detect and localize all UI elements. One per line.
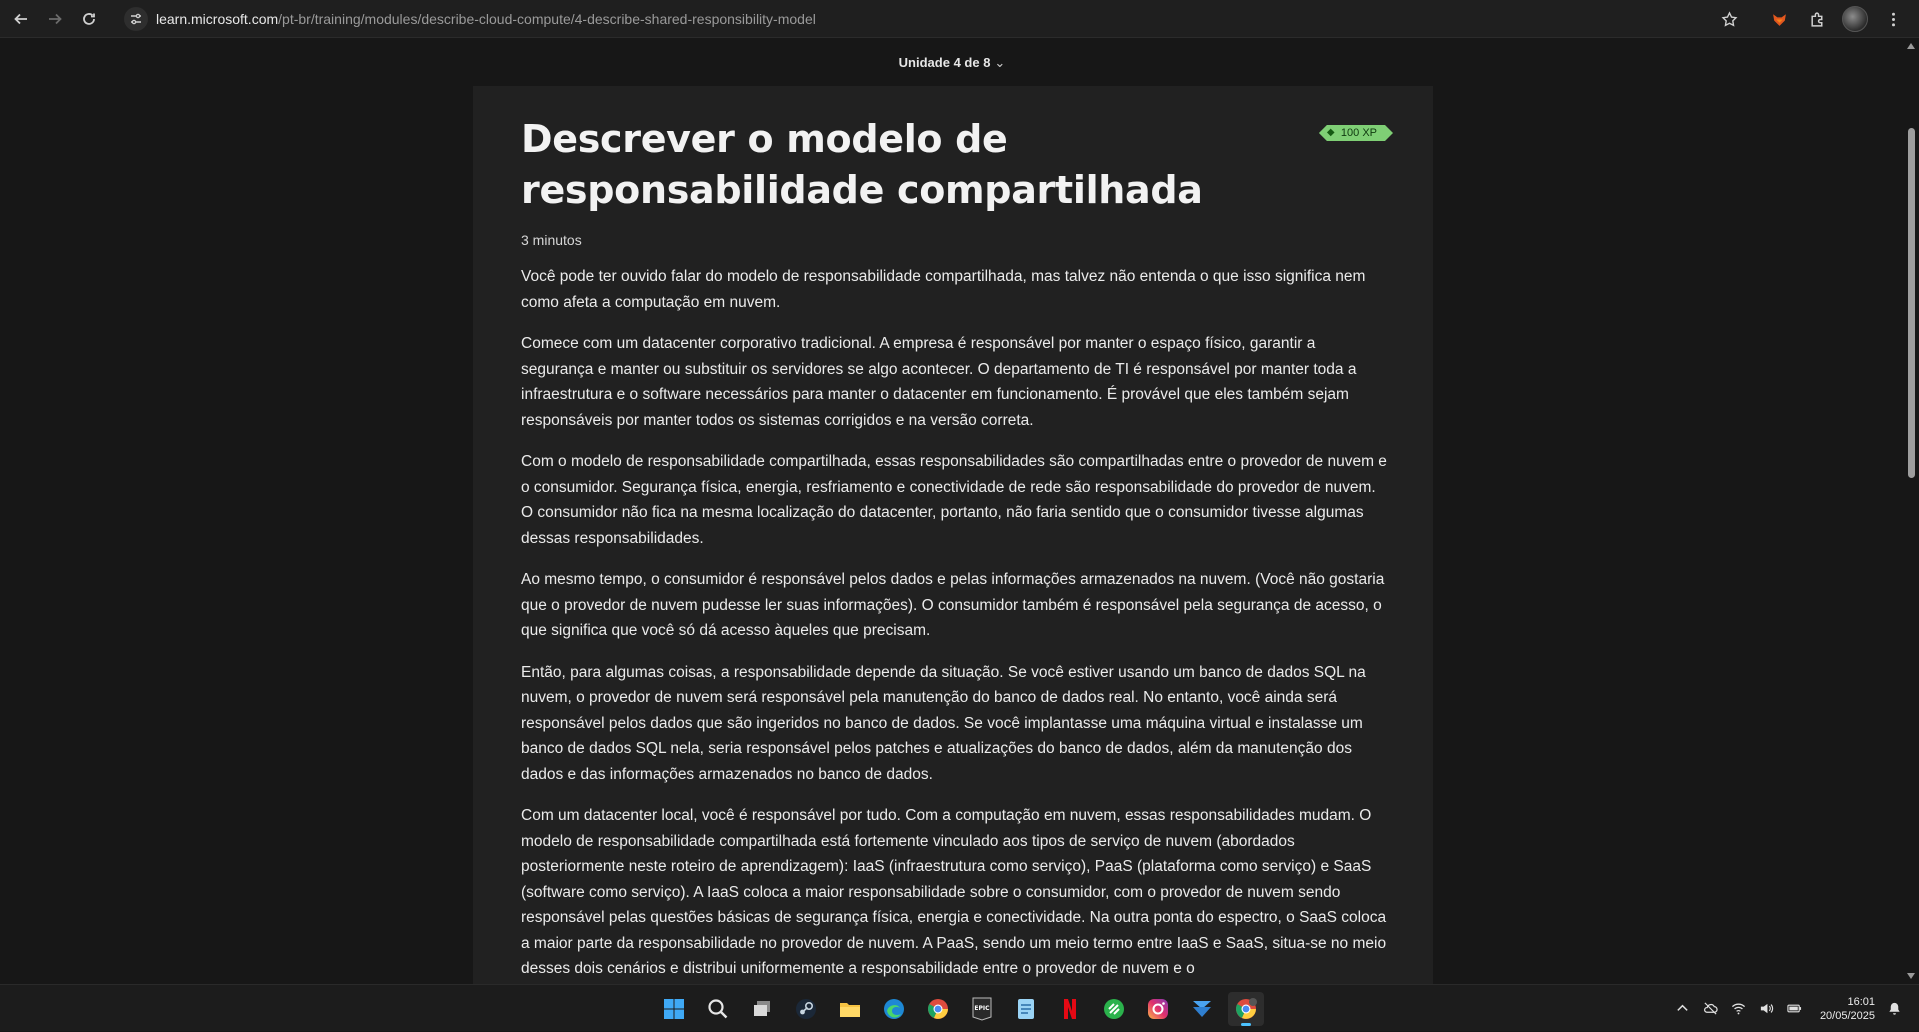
paragraph-5: Então, para algumas coisas, a responsabi… [521,663,1366,783]
arrow-right-icon [49,13,62,24]
reading-duration: 3 minutos [521,232,582,248]
taskbar-apps: EPIC [656,992,1264,1026]
chrome-active-icon[interactable] [1228,992,1264,1026]
battery-icon[interactable] [1786,1000,1804,1018]
notification-bell-icon[interactable] [1885,1000,1903,1018]
menu-kebab-icon[interactable] [1877,4,1909,34]
netflix-icon[interactable] [1052,992,1088,1026]
reload-button[interactable] [72,4,106,34]
page-title: Descrever o modelo de responsabilidade c… [521,117,1203,212]
reload-icon [83,12,95,25]
feedly-icon[interactable] [1096,992,1132,1026]
task-view-icon[interactable] [744,992,780,1026]
unit-navigation-dropdown[interactable]: Unidade 4 de 8 ⌄ [0,55,1904,71]
unit-nav-label: Unidade 4 de 8 [898,55,991,70]
article-body: Você pode ter ouvido falar do modelo de … [521,264,1391,998]
back-button[interactable] [4,4,38,34]
forward-button[interactable] [38,4,72,34]
downloader-icon[interactable] [1184,992,1220,1026]
windows-start-icon[interactable] [656,992,692,1026]
instagram-icon[interactable] [1140,992,1176,1026]
windows-taskbar: EPIC 16:01 20/05/2025 [0,984,1919,1031]
scroll-down-arrow-icon[interactable] [1907,973,1915,979]
epic-games-icon[interactable]: EPIC [964,992,1000,1026]
url-path: /pt-br/training/modules/describe-cloud-c… [278,11,816,27]
browser-toolbar: learn.microsoft.com/pt-br/training/modul… [0,0,1919,38]
search-icon[interactable] [700,992,736,1026]
xp-badge: ◆ 100 XP [1319,125,1393,141]
paragraph-2: Comece com um datacenter corporativo tra… [521,335,1357,429]
chrome-icon[interactable] [920,992,956,1026]
fox-extension-icon[interactable] [1763,4,1795,34]
page-viewport: Unidade 4 de 8 ⌄ ◆ 100 XP Descrever o mod… [0,38,1904,996]
volume-icon[interactable] [1758,1000,1776,1018]
scroll-up-arrow-icon[interactable] [1907,43,1915,49]
paragraph-4: Ao mesmo tempo, o consumidor é responsáv… [521,571,1385,639]
url-host: learn.microsoft.com [156,11,279,27]
avatar [1842,6,1868,32]
clock-time: 16:01 [1847,995,1875,1008]
chevron-down-icon: ⌄ [994,55,1006,70]
svg-text:EPIC: EPIC [974,1005,990,1012]
xp-badge-label: 100 XP [1340,127,1377,139]
diamond-icon: ◆ [1326,127,1335,138]
notepad-icon[interactable] [1008,992,1044,1026]
cloud-offline-icon[interactable] [1702,1000,1720,1018]
page-scrollbar[interactable] [1904,38,1919,984]
chevron-up-icon[interactable] [1674,1000,1692,1018]
clock[interactable]: 16:01 20/05/2025 [1820,995,1875,1023]
url-text[interactable]: learn.microsoft.com/pt-br/training/modul… [156,11,816,27]
bookmark-star-icon[interactable] [1713,4,1745,34]
scroll-thumb[interactable] [1908,128,1915,478]
edge-icon[interactable] [876,992,912,1026]
file-explorer-icon[interactable] [832,992,868,1026]
paragraph-6: Com um datacenter local, você é responsá… [521,807,1387,977]
system-tray: 16:01 20/05/2025 [1674,985,1903,1032]
paragraph-3: Com o modelo de responsabilidade compart… [521,453,1387,547]
site-info-icon[interactable] [124,7,148,31]
toolbar-actions [1713,0,1919,38]
address-bar[interactable]: learn.microsoft.com/pt-br/training/modul… [124,4,1734,34]
extensions-puzzle-icon[interactable] [1801,4,1833,34]
arrow-left-icon [14,13,27,24]
wifi-icon[interactable] [1730,1000,1748,1018]
article-card: ◆ 100 XP Descrever o modelo de responsab… [473,86,1433,996]
steam-icon[interactable] [788,992,824,1026]
profile-avatar[interactable] [1839,4,1871,34]
paragraph-1: Você pode ter ouvido falar do modelo de … [521,268,1366,311]
clock-date: 20/05/2025 [1819,1009,1875,1022]
